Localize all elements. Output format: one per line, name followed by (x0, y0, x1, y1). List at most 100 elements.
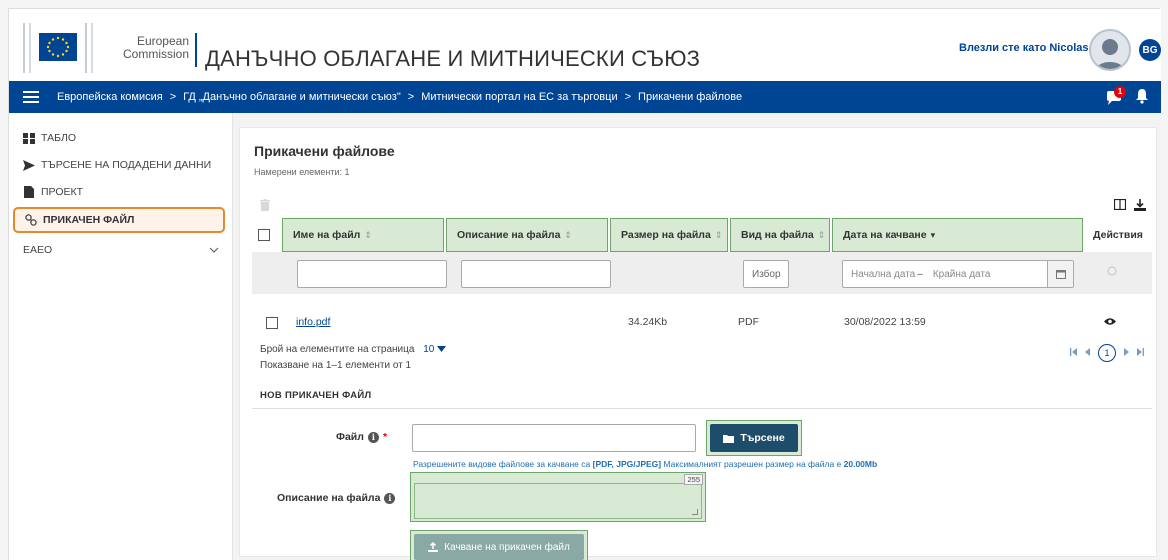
hint-prefix: Разрешените видове файлове за качване са (413, 459, 593, 469)
showing-count: Показване на 1–1 елементи от 1 (260, 360, 412, 371)
column-label: Описание на файла (457, 229, 561, 241)
new-attachment-heading: НОВ ПРИКАЧЕН ФАЙЛ (260, 390, 372, 401)
per-page-value: 10 (423, 344, 435, 355)
date-range-separator: – (917, 268, 923, 280)
user-icon (1095, 39, 1125, 69)
table-row: info.pdf 34.24Kb PDF 30/08/2022 13:59 (252, 310, 1152, 336)
description-highlight: 255 (410, 472, 706, 522)
per-page-select[interactable]: 10 (423, 344, 447, 355)
current-page[interactable]: 1 (1098, 344, 1116, 362)
ec-logo-line2: Commission (122, 47, 189, 61)
breadcrumb-separator: > (407, 91, 415, 103)
messages-icon[interactable]: 1 (1105, 85, 1126, 106)
file-type-select[interactable]: Избор (743, 260, 789, 288)
breadcrumb-item[interactable]: Европейска комисия (57, 91, 163, 103)
last-page-icon[interactable] (1137, 348, 1144, 358)
table-header: Име на файл ⇕ Описание на файла ⇕ Размер н… (252, 218, 1153, 252)
date-end-placeholder: Крайна дата (932, 268, 991, 280)
column-file-size[interactable]: Размер на файла ⇕ (610, 218, 728, 252)
upload-button-label: Качване на прикачен файл (444, 541, 570, 553)
breadcrumb-item[interactable]: ГД „Данъчно облагане и митнически съюз" (183, 91, 401, 103)
next-page-icon[interactable] (1124, 348, 1129, 358)
hint-size: 20.00Mb (843, 459, 878, 469)
breadcrumb-current: Прикачени файлове (638, 91, 743, 103)
sidebar: ТАБЛО ТЪРСЕНЕ НА ПОДАДЕНИ ДАННИ ПРОЕКТ П… (9, 113, 233, 560)
sidebar-item-draft[interactable]: ПРОЕКТ (13, 181, 225, 203)
items-found: Намерени елементи: 1 (254, 167, 350, 177)
column-upload-date[interactable]: Дата на качване ▾ (832, 218, 1083, 252)
hint-mid: Максималният разрешен размер на файла е (661, 459, 844, 469)
file-path-input[interactable] (412, 424, 696, 452)
description-label-text: Описание на файла (277, 492, 381, 504)
file-link[interactable]: info.pdf (296, 316, 330, 328)
column-file-name[interactable]: Име на файл ⇕ (282, 218, 444, 252)
download-icon[interactable] (1134, 199, 1146, 214)
sidebar-item-search-submissions[interactable]: ТЪРСЕНЕ НА ПОДАДЕНИ ДАННИ (13, 154, 225, 176)
attachment-icon (25, 214, 37, 226)
sidebar-item-label: EAEO (23, 244, 53, 256)
sort-desc-icon: ▾ (930, 229, 936, 240)
menu-icon[interactable] (23, 91, 39, 103)
folder-icon (723, 434, 735, 443)
document-icon (23, 186, 35, 198)
header: European Commission ДАНЪЧНО ОБЛАГАНЕ И М… (9, 9, 1161, 81)
row-checkbox[interactable] (266, 317, 278, 329)
upload-date-range[interactable]: Начална дата – Крайна дата (842, 260, 1074, 288)
pagination: 1 (1070, 344, 1144, 362)
logo-divider (195, 33, 197, 67)
file-name-filter[interactable] (297, 260, 447, 288)
select-all-checkbox[interactable] (258, 229, 270, 241)
view-eye-icon[interactable] (1104, 317, 1116, 329)
column-actions: Действия (1085, 218, 1151, 252)
ec-logo-text: European Commission (121, 35, 189, 61)
caret-down-icon (437, 346, 447, 352)
items-per-page: Брой на елементите на страница 10 (260, 344, 447, 355)
trash-icon[interactable] (260, 199, 270, 211)
prev-page-icon[interactable] (1085, 348, 1090, 358)
bell-icon[interactable] (1135, 88, 1149, 107)
sidebar-item-dashboard[interactable]: ТАБЛО (13, 127, 225, 149)
info-icon[interactable]: i (384, 492, 396, 504)
sidebar-item-eaeo[interactable]: EAEO (13, 239, 225, 261)
file-description-filter[interactable] (461, 260, 611, 288)
hint-types: [PDF, JPG/JPEG] (592, 459, 662, 469)
language-selector[interactable]: BG (1139, 39, 1161, 61)
resize-handle[interactable] (692, 509, 698, 515)
upload-attachment-button[interactable]: Качване на прикачен файл (414, 534, 584, 560)
info-icon[interactable]: i (367, 431, 379, 443)
sort-icon: ⇕ (817, 229, 826, 240)
dashboard-icon (23, 132, 35, 144)
first-page-icon[interactable] (1070, 348, 1077, 358)
logged-in-user[interactable]: Влезли сте като Nicolas (959, 42, 1088, 54)
file-type-cell: PDF (738, 316, 759, 328)
breadcrumb-item[interactable]: Митнически портал на ЕС за търговци (421, 91, 617, 103)
description-field-label: Описание на файла i (277, 492, 396, 504)
select-placeholder: Избор (752, 268, 781, 280)
clear-filters-icon[interactable] (1107, 266, 1117, 279)
browse-button-label: Търсене (740, 432, 785, 444)
sort-icon: ⇕ (364, 229, 372, 240)
file-size-cell: 34.24Kb (628, 316, 668, 328)
section-divider (252, 408, 1152, 409)
send-icon (23, 159, 35, 171)
description-textarea[interactable] (414, 483, 702, 519)
column-file-type[interactable]: Вид на файла ⇕ (730, 218, 830, 252)
page-title: Прикачени файлове (254, 143, 395, 159)
breadcrumb-separator: > (624, 91, 632, 103)
upload-icon (428, 542, 439, 552)
page: European Commission ДАНЪЧНО ОБЛАГАНЕ И М… (8, 8, 1161, 560)
breadcrumb: Европейска комисия > ГД „Данъчно облаган… (57, 91, 742, 103)
sidebar-item-label: ТАБЛО (41, 132, 77, 144)
column-label: Вид на файла (741, 229, 814, 241)
calendar-icon[interactable] (1047, 261, 1073, 287)
char-counter: 255 (684, 474, 703, 485)
columns-icon[interactable] (1113, 198, 1127, 214)
per-page-label: Брой на елементите на страница (260, 344, 415, 355)
avatar[interactable] (1089, 29, 1131, 71)
browse-button[interactable]: Търсене (710, 424, 798, 452)
sidebar-item-attachment[interactable]: ПРИКАЧЕН ФАЙЛ (13, 207, 225, 233)
site-title: ДАНЪЧНО ОБЛАГАНЕ И МИТНИЧЕСКИ СЪЮЗ (205, 46, 701, 71)
ec-logo[interactable] (17, 23, 99, 73)
column-file-description[interactable]: Описание на файла ⇕ (446, 218, 608, 252)
sidebar-item-label: ПРОЕКТ (41, 186, 84, 198)
